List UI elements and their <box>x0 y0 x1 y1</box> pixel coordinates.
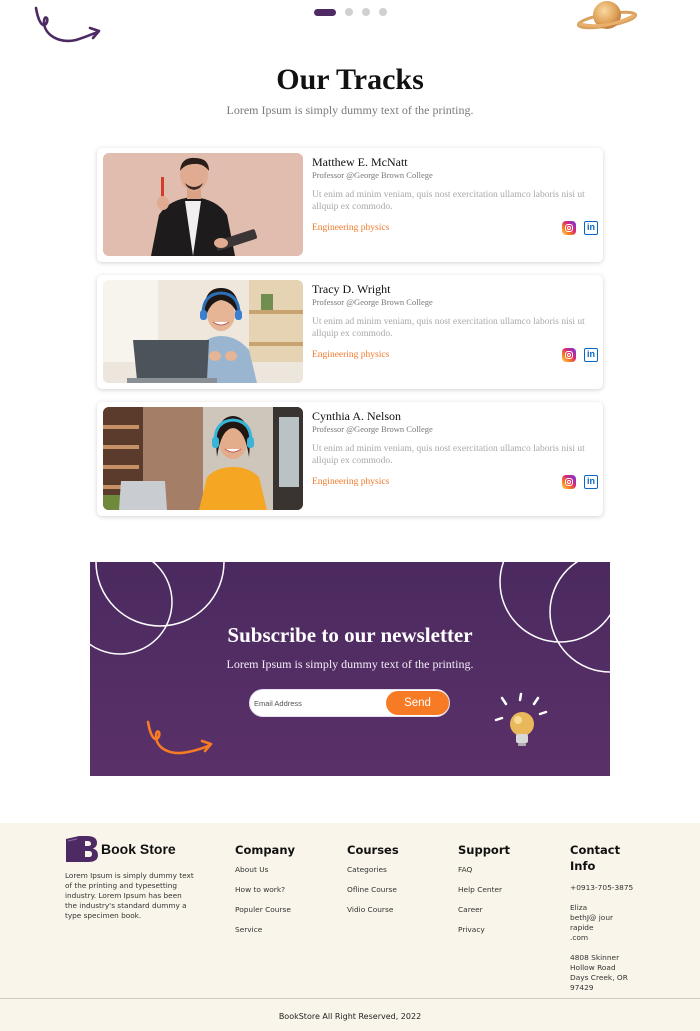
track-card[interactable]: Tracy D. Wright Professor @George Brown … <box>97 275 603 389</box>
track-card[interactable]: Matthew E. McNatt Professor @George Brow… <box>97 148 603 262</box>
instructor-role: Professor @George Brown College <box>312 170 433 180</box>
footer-contact-column: Contact Info +0913-705-3875 Eliza bethJ@… <box>570 842 660 993</box>
footer-link-faq[interactable]: FAQ <box>458 865 510 875</box>
footer-heading: Contact Info <box>570 842 660 874</box>
instructor-name: Matthew E. McNatt <box>312 155 408 169</box>
linkedin-icon[interactable]: in <box>584 221 598 235</box>
page-subtitle: Lorem Ipsum is simply dummy text of the … <box>226 103 474 117</box>
squiggle-decoration-icon <box>146 720 213 755</box>
brand-logo[interactable]: Book Store <box>65 835 176 863</box>
footer-divider <box>0 998 700 999</box>
email-input[interactable] <box>253 693 381 713</box>
instagram-icon[interactable] <box>562 475 576 489</box>
book-logo-icon <box>66 836 98 862</box>
linkedin-icon[interactable]: in <box>584 475 598 489</box>
footer-link-about-us[interactable]: About Us <box>235 865 295 875</box>
instructor-role: Professor @George Brown College <box>312 297 433 307</box>
track-link[interactable]: Engineering physics <box>312 350 389 360</box>
carousel-dot-active[interactable] <box>314 8 336 16</box>
track-card[interactable]: Cynthia A. Nelson Professor @George Brow… <box>97 402 603 516</box>
copyright-text: BookStore All Right Reserved, 2022 <box>278 1012 422 1021</box>
footer-heading: Courses <box>347 843 399 857</box>
footer-link-help-center[interactable]: Help Center <box>458 885 510 895</box>
contact-address: 4808 Skinner Hollow Road Days Creek, OR … <box>570 953 660 993</box>
footer-link-categories[interactable]: Categories <box>347 865 399 875</box>
instagram-icon[interactable] <box>562 221 576 235</box>
newsletter-subtitle: Lorem Ipsum is simply dummy text of the … <box>226 657 474 671</box>
footer-link-how-to-work[interactable]: How to work? <box>235 885 295 895</box>
footer-about: Lorem Ipsum is simply dummy text of the … <box>65 871 194 920</box>
footer: Book Store Lorem Ipsum is simply dummy t… <box>0 823 700 1031</box>
carousel-dot[interactable] <box>379 8 387 16</box>
instructor-description: Ut enim ad minim veniam, quis nost exerc… <box>312 317 585 339</box>
newsletter-section: Subscribe to our newsletter Lorem Ipsum … <box>90 562 610 776</box>
track-link[interactable]: Engineering physics <box>312 477 389 487</box>
footer-link-career[interactable]: Career <box>458 905 510 915</box>
instructor-photo <box>103 407 303 510</box>
footer-heading: Support <box>458 843 511 857</box>
newsletter-title: Subscribe to our newsletter <box>227 623 473 647</box>
contact-address-line: 97429 <box>570 983 594 992</box>
instagram-icon[interactable] <box>562 348 576 362</box>
brand-name: Book Store <box>101 841 176 857</box>
footer-link-vidio-course[interactable]: Vidio Course <box>347 905 399 915</box>
instructor-name: Cynthia A. Nelson <box>312 409 401 423</box>
squiggle-decoration-icon <box>34 6 101 43</box>
contact-email-line: .com <box>570 933 589 942</box>
carousel-dot[interactable] <box>362 8 370 16</box>
linkedin-icon[interactable]: in <box>584 348 598 362</box>
planet-decoration-icon <box>576 1 638 30</box>
instructor-photo <box>103 153 303 256</box>
contact-heading-line: Info <box>570 859 596 873</box>
instructor-role: Professor @George Brown College <box>312 424 433 434</box>
page-title: Our Tracks <box>276 63 424 96</box>
hero-section: Our Tracks Lorem Ipsum is simply dummy t… <box>0 0 700 140</box>
carousel-dots <box>314 8 387 16</box>
footer-link-service[interactable]: Service <box>235 925 295 935</box>
contact-address-line: Hollow Road <box>570 963 616 972</box>
footer-company-column: Company About Us How to work? Populer Co… <box>235 842 295 945</box>
contact-email-line: bethJ@ jour <box>570 913 614 922</box>
instructor-description: Ut enim ad minim veniam, quis nost exerc… <box>312 190 585 212</box>
contact-email-line: Eliza <box>570 903 588 912</box>
instructor-name: Tracy D. Wright <box>312 282 391 296</box>
footer-link-privacy[interactable]: Privacy <box>458 925 510 935</box>
contact-heading-line: Contact <box>570 843 621 857</box>
contact-email[interactable]: Eliza bethJ@ jour rapide .com <box>570 903 660 943</box>
footer-courses-column: Courses Categories Ofline Course Vidio C… <box>347 842 399 925</box>
instructor-photo <box>103 280 303 383</box>
footer-support-column: Support FAQ Help Center Career Privacy <box>458 842 510 945</box>
carousel-dot[interactable] <box>345 8 353 16</box>
contact-phone[interactable]: +0913-705-3875 <box>570 883 660 893</box>
footer-link-ofline-course[interactable]: Ofline Course <box>347 885 399 895</box>
track-link[interactable]: Engineering physics <box>312 223 389 233</box>
contact-address-line: 4808 Skinner <box>570 953 620 962</box>
newsletter-form: Send <box>249 689 450 717</box>
footer-link-populer-course[interactable]: Populer Course <box>235 905 295 915</box>
lightbulb-icon <box>494 692 548 746</box>
send-button[interactable]: Send <box>386 691 449 715</box>
instructor-description: Ut enim ad minim veniam, quis nost exerc… <box>312 444 585 466</box>
footer-heading: Company <box>235 843 295 857</box>
contact-address-line: Days Creek, OR <box>570 973 628 982</box>
contact-email-line: rapide <box>570 923 594 932</box>
